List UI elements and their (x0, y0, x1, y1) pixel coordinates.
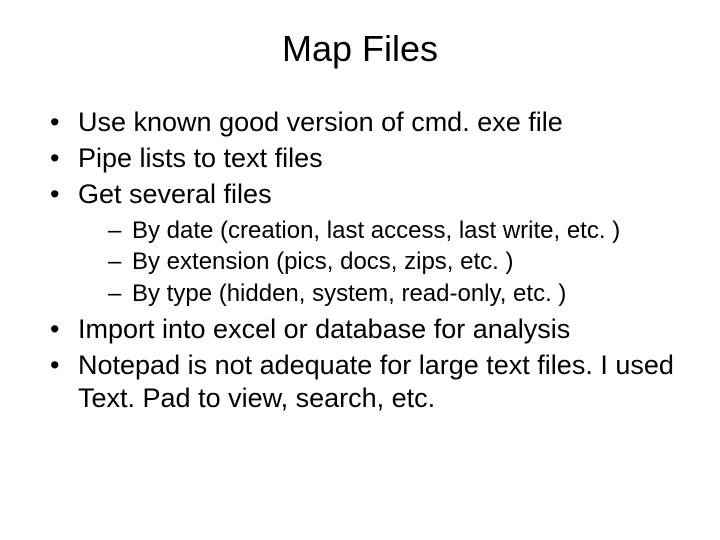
sub-item: By extension (pics, docs, zips, etc. ) (108, 246, 688, 277)
slide-title: Map Files (32, 28, 688, 70)
bullet-item: Pipe lists to text files (50, 142, 688, 176)
bullet-item: Get several files By date (creation, las… (50, 178, 688, 309)
sub-item: By type (hidden, system, read-only, etc.… (108, 278, 688, 309)
sub-list: By date (creation, last access, last wri… (78, 215, 688, 309)
bullet-list: Use known good version of cmd. exe file … (32, 106, 688, 416)
sub-text: By extension (pics, docs, zips, etc. ) (132, 248, 513, 275)
bullet-item: Notepad is not adequate for large text f… (50, 349, 688, 417)
bullet-text: Get several files (78, 179, 272, 209)
bullet-item: Use known good version of cmd. exe file (50, 106, 688, 140)
bullet-text: Import into excel or database for analys… (78, 314, 570, 344)
sub-text: By date (creation, last access, last wri… (132, 217, 620, 244)
bullet-text: Notepad is not adequate for large text f… (78, 350, 674, 414)
bullet-text: Pipe lists to text files (78, 143, 323, 173)
sub-text: By type (hidden, system, read-only, etc.… (132, 280, 566, 307)
sub-item: By date (creation, last access, last wri… (108, 215, 688, 246)
bullet-item: Import into excel or database for analys… (50, 313, 688, 347)
bullet-text: Use known good version of cmd. exe file (78, 107, 563, 137)
